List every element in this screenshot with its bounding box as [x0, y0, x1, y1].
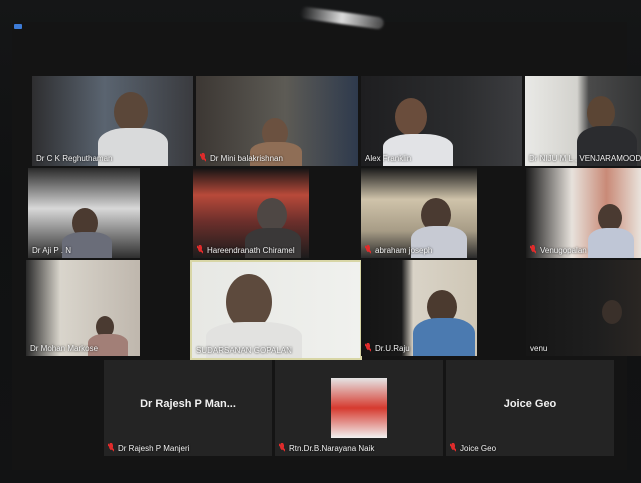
participant-name: Venugopalan: [530, 245, 587, 255]
participant-name: Dr Aji P . N: [32, 246, 71, 255]
participant-head: [114, 92, 148, 132]
participant-name: Dr.U.Raju: [365, 343, 410, 353]
participant-name: Dr Mohan Markose: [30, 344, 99, 353]
app-icon: [14, 24, 22, 29]
participant-display-name: Joice Geo: [503, 398, 557, 410]
video-tile-mini[interactable]: Dr Mini balakrishnan: [196, 76, 358, 166]
participant-name: Dr Rajesh P Manjeri: [108, 443, 189, 453]
participant-name: Rtn.Dr.B.Narayana Naik: [279, 443, 374, 453]
video-tile-mohan[interactable]: Dr Mohan Markose: [26, 260, 140, 356]
muted-mic-icon: [450, 443, 456, 452]
video-tile-rajesh-camera-off[interactable]: Dr Rajesh P Man... Dr Rajesh P Manjeri: [104, 360, 272, 456]
video-tile-reghuthaman[interactable]: Dr C K Reghuthaman: [32, 76, 193, 166]
video-tile-raju[interactable]: Dr.U.Raju: [361, 260, 477, 356]
video-tile-narayana[interactable]: Rtn.Dr.B.Narayana Naik: [275, 360, 443, 456]
video-tile-niju[interactable]: Dr NIJU M L , VENJARAMOOD: [525, 76, 641, 166]
participant-name: venu: [530, 344, 548, 353]
participant-head: [395, 98, 427, 136]
video-tile-alex[interactable]: Alex Franklin: [361, 76, 522, 166]
participant-name: Hareendranath Chiramel: [197, 245, 295, 255]
video-tile-venu[interactable]: venu: [526, 260, 641, 356]
participant-body: [588, 228, 634, 258]
muted-mic-icon: [197, 245, 203, 254]
video-tile-sudarsanan-active-speaker[interactable]: SUDARSANAN GOPALAN: [190, 260, 362, 360]
muted-mic-icon: [365, 343, 371, 352]
muted-mic-icon: [108, 443, 114, 452]
participant-head: [602, 300, 622, 324]
participant-name: Dr Mini balakrishnan: [200, 153, 283, 163]
participant-head: [257, 198, 287, 232]
participant-name: SUDARSANAN GOPALAN: [196, 346, 292, 355]
video-feed: [331, 378, 387, 438]
participant-body: [413, 318, 475, 356]
participant-name: abraham joseph: [365, 245, 432, 255]
video-tile-abraham[interactable]: abraham joseph: [361, 168, 477, 258]
video-tile-hareendranath[interactable]: Hareendranath Chiramel: [193, 168, 309, 258]
muted-mic-icon: [200, 153, 206, 162]
muted-mic-icon: [365, 245, 371, 254]
muted-mic-icon: [530, 245, 536, 254]
participant-display-name: Dr Rajesh P Man...: [140, 398, 236, 410]
participant-name: Alex Franklin: [365, 154, 412, 163]
muted-mic-icon: [279, 443, 285, 452]
video-tile-aji[interactable]: Dr Aji P . N: [28, 168, 140, 258]
monitor-photo: Dr C K Reghuthaman Dr Mini balakrishnan …: [0, 0, 641, 483]
video-tile-venugopalan[interactable]: Venugopalan: [526, 168, 641, 258]
participant-name: Dr NIJU M L , VENJARAMOOD: [529, 154, 641, 163]
participant-head: [587, 96, 615, 130]
participant-name: Joice Geo: [450, 443, 496, 453]
video-tile-joice-camera-off[interactable]: Joice Geo Joice Geo: [446, 360, 614, 456]
participant-name: Dr C K Reghuthaman: [36, 154, 113, 163]
video-feed: [526, 260, 641, 356]
